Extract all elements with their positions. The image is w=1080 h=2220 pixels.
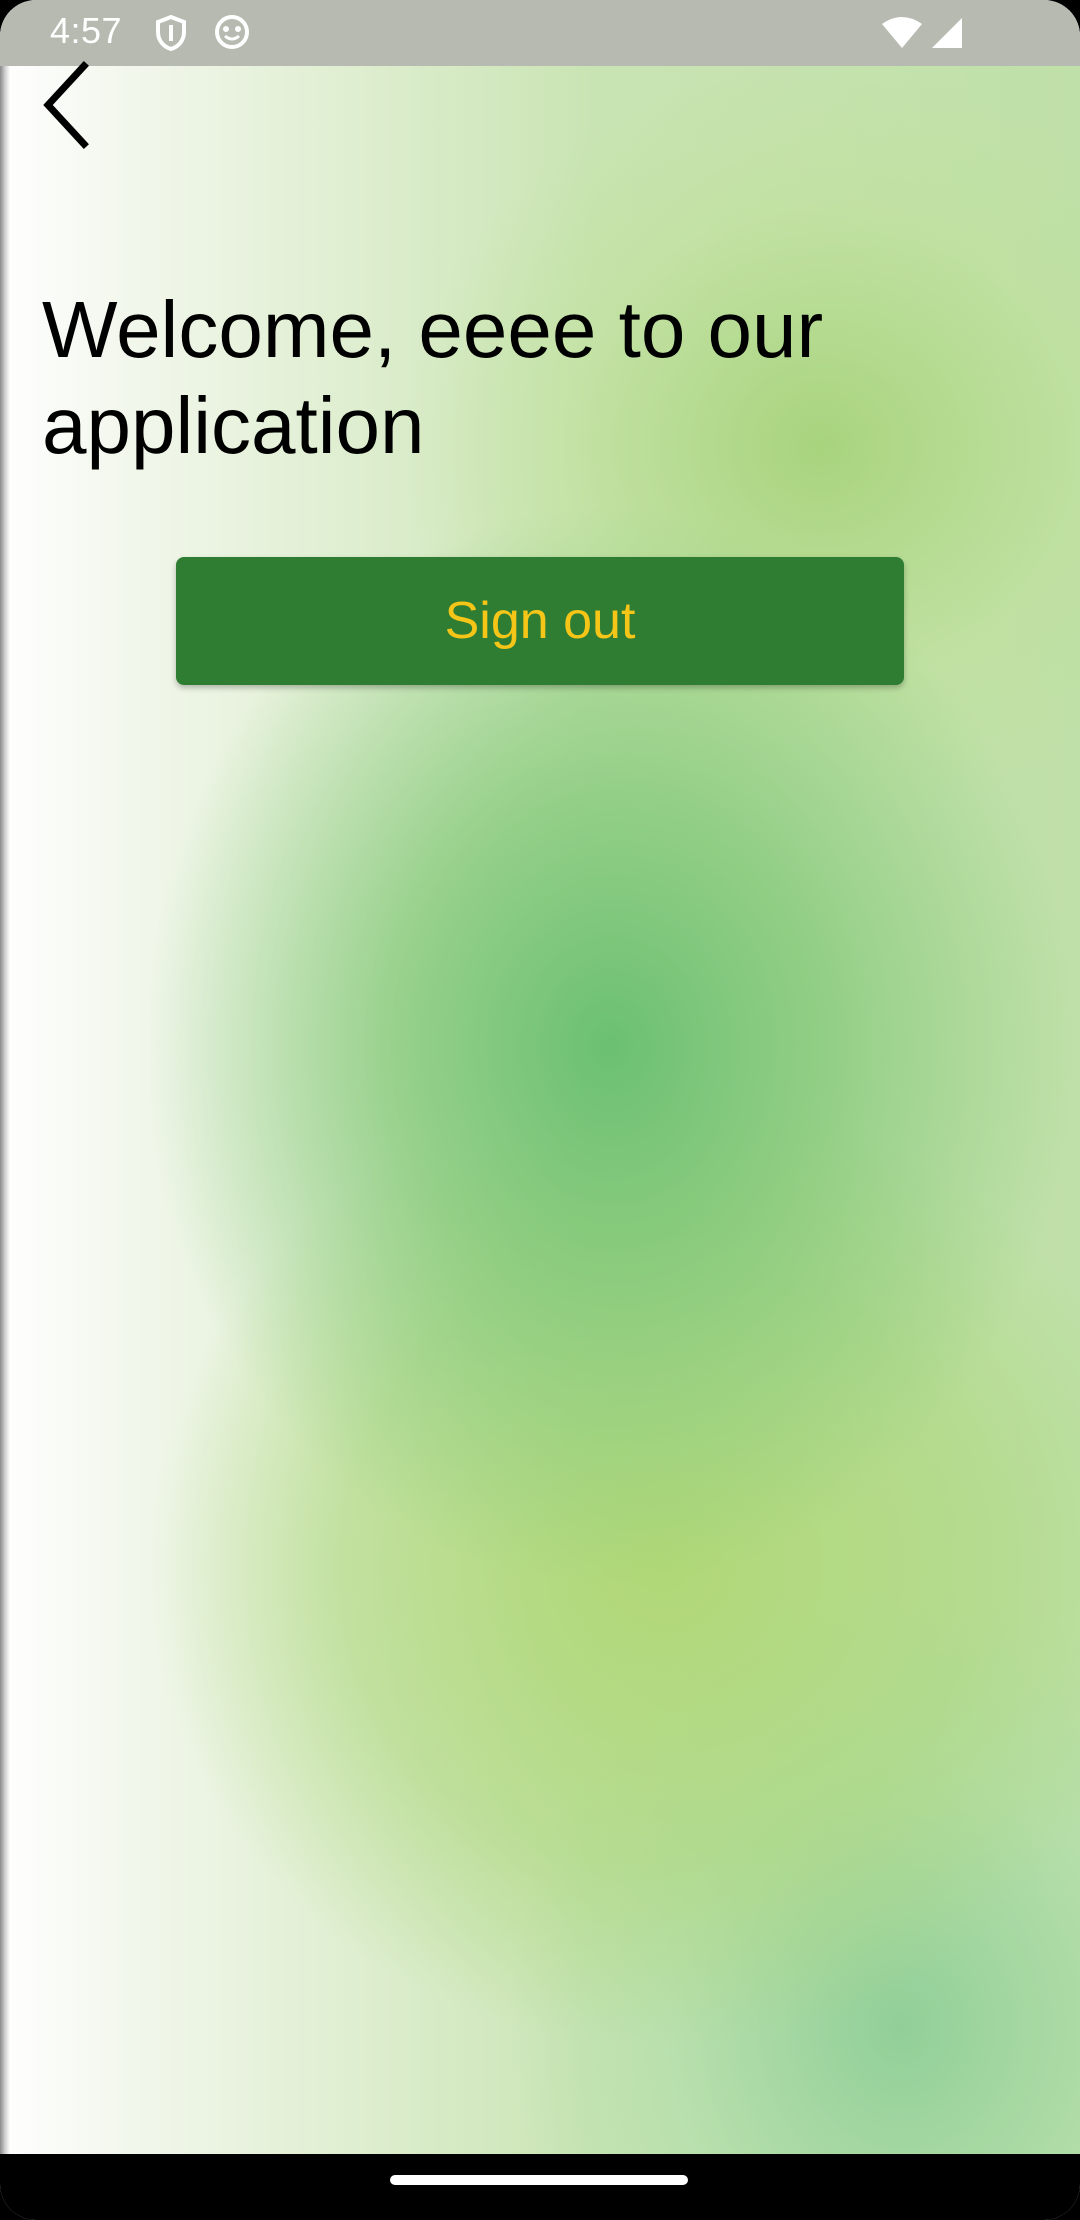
home-gesture-handle[interactable] xyxy=(390,2175,688,2185)
wifi-icon xyxy=(880,16,924,55)
cell-signal-icon xyxy=(930,16,964,55)
sign-out-button[interactable]: Sign out xyxy=(176,557,904,685)
phone-screen: 4:57 Welcome, eeee to our application Si… xyxy=(0,0,1080,2220)
navigation-bar xyxy=(0,2154,1080,2220)
screen-edge xyxy=(0,66,10,2154)
welcome-heading: Welcome, eeee to our application xyxy=(42,285,824,470)
status-bar: 4:57 xyxy=(0,0,1080,66)
shield-icon xyxy=(154,14,188,57)
chevron-left-icon xyxy=(43,61,89,149)
back-button[interactable] xyxy=(36,60,106,150)
status-time: 4:57 xyxy=(50,10,123,51)
face-icon xyxy=(214,14,250,55)
